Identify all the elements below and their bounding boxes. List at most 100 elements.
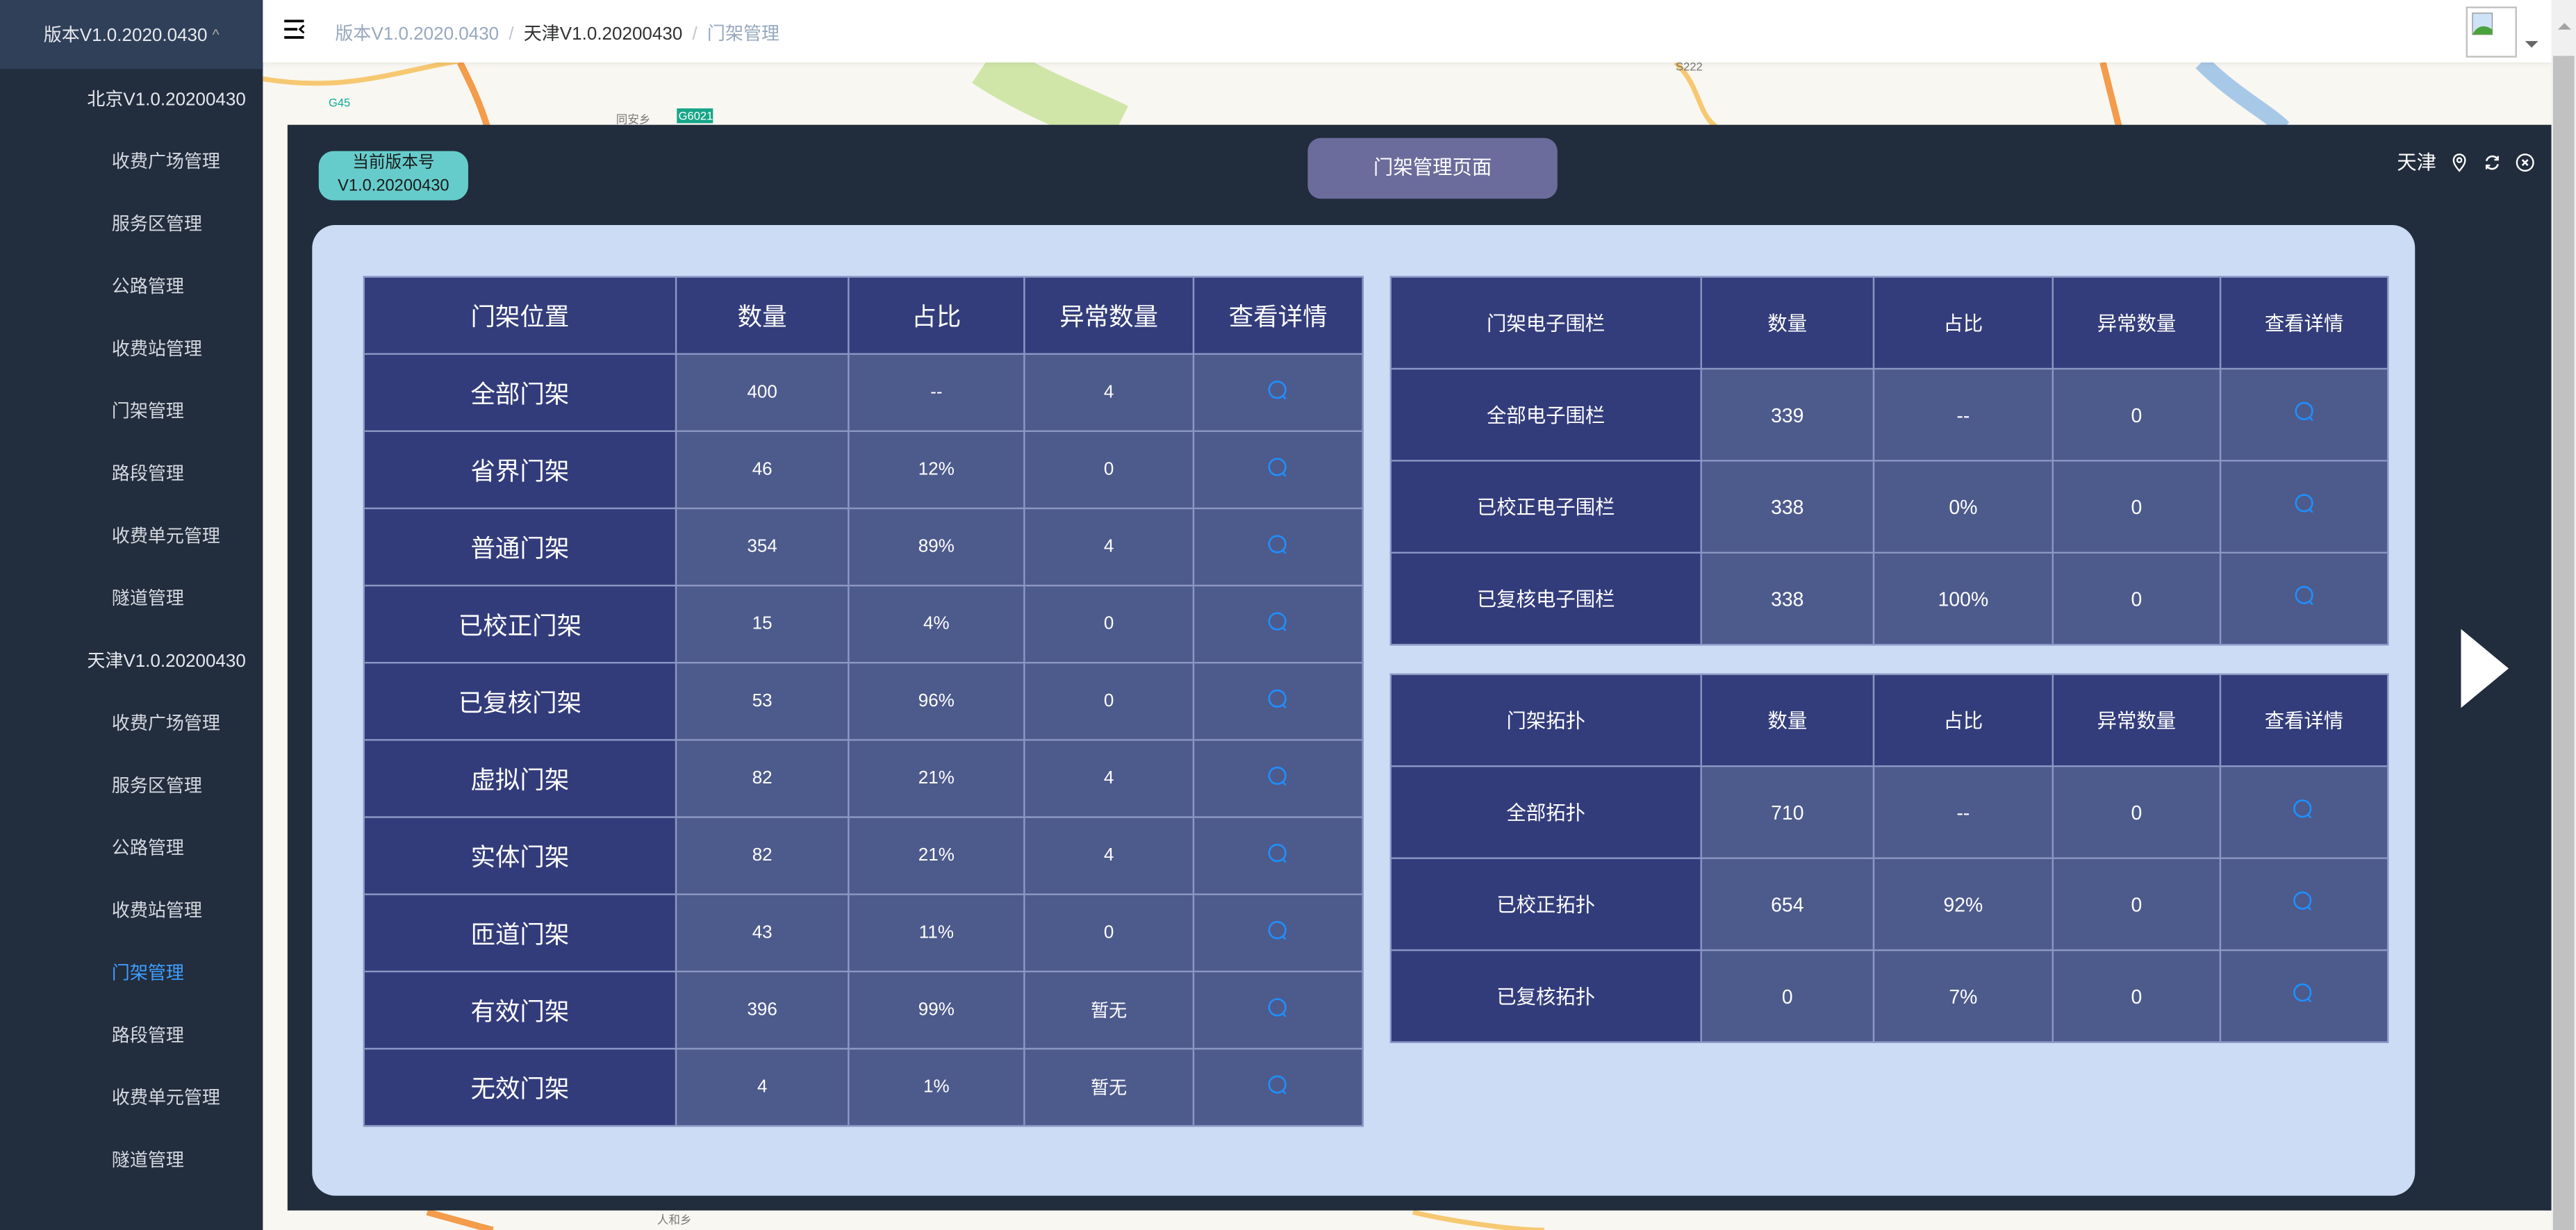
search-icon[interactable] bbox=[1266, 688, 1289, 710]
sidebar-item[interactable]: 收费广场管理 bbox=[0, 131, 263, 194]
sidebar-item[interactable]: 公路管理 bbox=[0, 256, 263, 319]
ratio-cell: 11% bbox=[848, 893, 1025, 972]
ratio-cell: 100% bbox=[1872, 551, 2054, 646]
breadcrumb: 版本V1.0.2020.0430/天津V1.0.20200430/门架管理 bbox=[335, 24, 779, 44]
column-header: 查看详情 bbox=[2219, 276, 2389, 370]
search-icon[interactable] bbox=[2293, 492, 2315, 515]
view-detail-cell bbox=[1192, 507, 1364, 587]
search-icon[interactable] bbox=[2293, 585, 2315, 608]
ratio-cell: 92% bbox=[1872, 857, 2054, 951]
sidebar-group-tianjin[interactable]: 天津V1.0.20200430 bbox=[0, 631, 263, 693]
gantry-panel: 当前版本号 V1.0.20200430 门架管理页面 天津 门架位置 数量 占比 异常数… bbox=[287, 124, 2552, 1211]
search-icon[interactable] bbox=[2293, 890, 2315, 913]
sidebar-item[interactable]: 路段管理 bbox=[0, 1005, 263, 1067]
next-arrow-button[interactable] bbox=[2461, 629, 2509, 708]
search-icon[interactable] bbox=[2293, 982, 2315, 1005]
sidebar-item[interactable]: 收费站管理 bbox=[0, 319, 263, 381]
sidebar-item[interactable]: 路段管理 bbox=[0, 443, 263, 506]
breadcrumb-item[interactable]: 版本V1.0.2020.0430 bbox=[335, 24, 499, 44]
ratio-cell: 89% bbox=[848, 507, 1025, 587]
tables-container: 门架位置 数量 占比 异常数量 查看详情 全部门架 400 -- 4 省界门架 46 12% 0 普通门架… bbox=[312, 224, 2416, 1196]
search-icon[interactable] bbox=[1266, 842, 1289, 865]
ratio-cell: 7% bbox=[1872, 949, 2054, 1043]
row-label: 已校正门架 bbox=[363, 584, 677, 664]
count-cell: 654 bbox=[1700, 857, 1875, 951]
sidebar-item[interactable]: 隧道管理 bbox=[0, 568, 263, 631]
svg-text:G45: G45 bbox=[329, 97, 350, 110]
abnormal-count-cell: 0 bbox=[1023, 662, 1195, 741]
sidebar-item[interactable]: 隧道管理 bbox=[0, 1130, 263, 1192]
sidebar-item[interactable]: 收费站管理 bbox=[0, 881, 263, 943]
broken-image-icon bbox=[2472, 13, 2493, 35]
view-detail-cell bbox=[1192, 662, 1364, 741]
table-row: 已复核电子围栏 338 100% 0 bbox=[1389, 551, 2389, 646]
scrollbar-thumb[interactable] bbox=[2552, 56, 2575, 1230]
search-icon[interactable] bbox=[1266, 456, 1289, 479]
page-title-button[interactable]: 门架管理页面 bbox=[1307, 138, 1558, 199]
count-cell: 354 bbox=[675, 507, 850, 587]
sidebar-item[interactable]: 公路管理 bbox=[0, 818, 263, 881]
table-row: 实体门架 82 21% 4 bbox=[363, 816, 1364, 895]
search-icon[interactable] bbox=[1266, 379, 1289, 401]
column-header: 占比 bbox=[1872, 673, 2054, 767]
search-icon[interactable] bbox=[2293, 798, 2315, 821]
close-icon[interactable] bbox=[2516, 152, 2535, 172]
version-label: 当前版本号 bbox=[352, 154, 435, 173]
ratio-cell: -- bbox=[1872, 367, 2054, 462]
search-icon[interactable] bbox=[1266, 1073, 1289, 1096]
search-icon[interactable] bbox=[1266, 610, 1289, 633]
abnormal-count-cell: 暂无 bbox=[1023, 970, 1195, 1050]
location-icon[interactable] bbox=[2450, 152, 2469, 172]
sidebar-group-beijing[interactable]: 北京V1.0.20200430 bbox=[0, 69, 263, 131]
page-scrollbar[interactable] bbox=[2551, 0, 2576, 1230]
sidebar-version-menu[interactable]: 版本V1.0.2020.0430 ^ bbox=[0, 0, 263, 69]
abnormal-count-cell: 0 bbox=[2051, 551, 2222, 646]
abnormal-count-cell: 0 bbox=[1023, 584, 1195, 664]
abnormal-count-cell: 4 bbox=[1023, 507, 1195, 587]
table-row: 已复核门架 53 96% 0 bbox=[363, 662, 1364, 741]
abnormal-count-cell: 0 bbox=[1023, 430, 1195, 510]
abnormal-count-cell: 0 bbox=[1023, 893, 1195, 972]
count-cell: 0 bbox=[1700, 949, 1875, 1043]
count-cell: 710 bbox=[1700, 765, 1875, 859]
ratio-cell: 21% bbox=[848, 816, 1025, 895]
search-icon[interactable] bbox=[1266, 533, 1289, 556]
search-icon[interactable] bbox=[1266, 919, 1289, 942]
search-icon[interactable] bbox=[1266, 996, 1289, 1019]
sidebar-version-label: 版本V1.0.2020.0430 bbox=[43, 26, 208, 47]
ratio-cell: 0% bbox=[1872, 460, 2054, 554]
view-detail-cell bbox=[1192, 353, 1364, 432]
abnormal-count-cell: 4 bbox=[1023, 816, 1195, 895]
table-row: 已复核拓扑 0 7% 0 bbox=[1389, 949, 2389, 1043]
count-cell: 338 bbox=[1700, 460, 1875, 554]
table-row: 全部电子围栏 339 -- 0 bbox=[1389, 367, 2389, 462]
table-header-row: 门架拓扑 数量 占比 异常数量 查看详情 bbox=[1389, 673, 2389, 767]
row-label: 已校正拓扑 bbox=[1389, 857, 1702, 951]
count-cell: 82 bbox=[675, 739, 850, 818]
sidebar-item-active[interactable]: 门架管理 bbox=[0, 942, 263, 1005]
count-cell: 82 bbox=[675, 816, 850, 895]
view-detail-cell bbox=[1192, 430, 1364, 510]
sidebar-item[interactable]: 服务区管理 bbox=[0, 194, 263, 256]
panel-toolbar: 天津 bbox=[2397, 148, 2535, 176]
breadcrumb-item[interactable]: 天津V1.0.20200430 bbox=[524, 24, 683, 44]
sidebar-item[interactable]: 收费广场管理 bbox=[0, 693, 263, 756]
view-detail-cell bbox=[1192, 584, 1364, 664]
map-label: 人和乡 bbox=[657, 1213, 692, 1227]
search-icon[interactable] bbox=[1266, 765, 1289, 788]
sidebar-item[interactable]: 收费单元管理 bbox=[0, 1067, 263, 1130]
sidebar-item[interactable]: 服务区管理 bbox=[0, 756, 263, 818]
refresh-icon[interactable] bbox=[2482, 152, 2502, 172]
count-cell: 400 bbox=[675, 353, 850, 432]
menu-fold-icon[interactable] bbox=[284, 19, 306, 39]
row-label: 已复核门架 bbox=[363, 662, 677, 741]
search-icon[interactable] bbox=[2293, 401, 2315, 424]
user-avatar[interactable] bbox=[2466, 6, 2517, 58]
table-row: 全部拓扑 710 -- 0 bbox=[1389, 765, 2389, 859]
view-detail-cell bbox=[2219, 367, 2389, 462]
scroll-up-icon[interactable] bbox=[2557, 23, 2571, 30]
sidebar-item[interactable]: 收费单元管理 bbox=[0, 506, 263, 568]
sidebar-item[interactable]: 门架管理 bbox=[0, 381, 263, 444]
row-label: 已校正电子围栏 bbox=[1389, 460, 1702, 554]
user-dropdown-caret-icon[interactable] bbox=[2525, 41, 2538, 48]
